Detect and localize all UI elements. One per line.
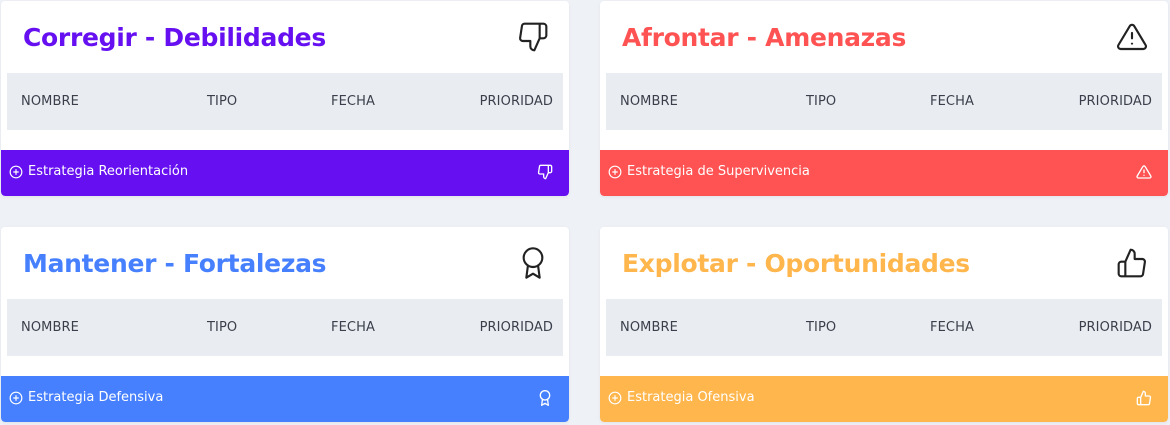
card-header: Explotar - Oportunidades (600, 227, 1168, 299)
thumbs-down-icon (517, 21, 549, 53)
column-header-fecha[interactable]: FECHA (331, 320, 375, 335)
warning-triangle-icon (1116, 21, 1148, 53)
add-strategy-button[interactable]: Estrategia de Supervivencia (608, 164, 810, 179)
card-footer: Estrategia Defensiva (1, 376, 569, 422)
award-icon (517, 247, 549, 279)
thumbs-up-icon (1116, 247, 1148, 279)
column-header-fecha[interactable]: FECHA (331, 94, 375, 109)
card-fortalezas: Mantener - Fortalezas NOMBRE TIPO FECHA … (1, 227, 569, 422)
card-debilidades: Corregir - Debilidades NOMBRE TIPO FECHA… (1, 1, 569, 196)
add-strategy-button[interactable]: Estrategia Defensiva (9, 390, 163, 405)
plus-circle-icon (608, 391, 622, 405)
thumbs-down-icon (537, 164, 553, 180)
card-footer: Estrategia de Supervivencia (600, 150, 1168, 196)
card-oportunidades: Explotar - Oportunidades NOMBRE TIPO FEC… (600, 227, 1168, 422)
add-strategy-label: Estrategia Reorientación (28, 164, 189, 179)
column-header-prioridad[interactable]: PRIORIDAD (480, 94, 553, 109)
column-header-prioridad[interactable]: PRIORIDAD (480, 320, 553, 335)
plus-circle-icon (9, 165, 23, 179)
card-header: Afrontar - Amenazas (600, 1, 1168, 73)
column-header-tipo[interactable]: TIPO (207, 320, 237, 335)
plus-circle-icon (9, 391, 23, 405)
card-amenazas: Afrontar - Amenazas NOMBRE TIPO FECHA PR… (600, 1, 1168, 196)
add-strategy-button[interactable]: Estrategia Reorientación (9, 164, 188, 179)
column-header-nombre[interactable]: NOMBRE (620, 94, 678, 109)
column-header-fecha[interactable]: FECHA (930, 94, 974, 109)
column-header-tipo[interactable]: TIPO (207, 94, 237, 109)
card-title: Afrontar - Amenazas (622, 23, 907, 52)
award-icon (537, 390, 553, 406)
column-header-tipo[interactable]: TIPO (806, 320, 836, 335)
column-header-nombre[interactable]: NOMBRE (620, 320, 678, 335)
add-strategy-button[interactable]: Estrategia Ofensiva (608, 390, 755, 405)
column-header-tipo[interactable]: TIPO (806, 94, 836, 109)
plus-circle-icon (608, 165, 622, 179)
column-header-nombre[interactable]: NOMBRE (21, 94, 79, 109)
column-header-prioridad[interactable]: PRIORIDAD (1079, 94, 1152, 109)
card-title: Corregir - Debilidades (23, 23, 326, 52)
card-footer: Estrategia Reorientación (1, 150, 569, 196)
card-title: Explotar - Oportunidades (622, 249, 970, 278)
add-strategy-label: Estrategia Ofensiva (627, 390, 755, 405)
table-header-row: NOMBRE TIPO FECHA PRIORIDAD (606, 73, 1162, 130)
warning-triangle-icon (1136, 164, 1152, 180)
add-strategy-label: Estrategia de Supervivencia (627, 164, 810, 179)
table-header-row: NOMBRE TIPO FECHA PRIORIDAD (606, 299, 1162, 356)
column-header-nombre[interactable]: NOMBRE (21, 320, 79, 335)
table-header-row: NOMBRE TIPO FECHA PRIORIDAD (7, 299, 563, 356)
card-header: Corregir - Debilidades (1, 1, 569, 73)
column-header-prioridad[interactable]: PRIORIDAD (1079, 320, 1152, 335)
card-footer: Estrategia Ofensiva (600, 376, 1168, 422)
column-header-fecha[interactable]: FECHA (930, 320, 974, 335)
thumbs-up-icon (1136, 390, 1152, 406)
card-title: Mantener - Fortalezas (23, 249, 327, 278)
card-header: Mantener - Fortalezas (1, 227, 569, 299)
table-header-row: NOMBRE TIPO FECHA PRIORIDAD (7, 73, 563, 130)
add-strategy-label: Estrategia Defensiva (28, 390, 164, 405)
